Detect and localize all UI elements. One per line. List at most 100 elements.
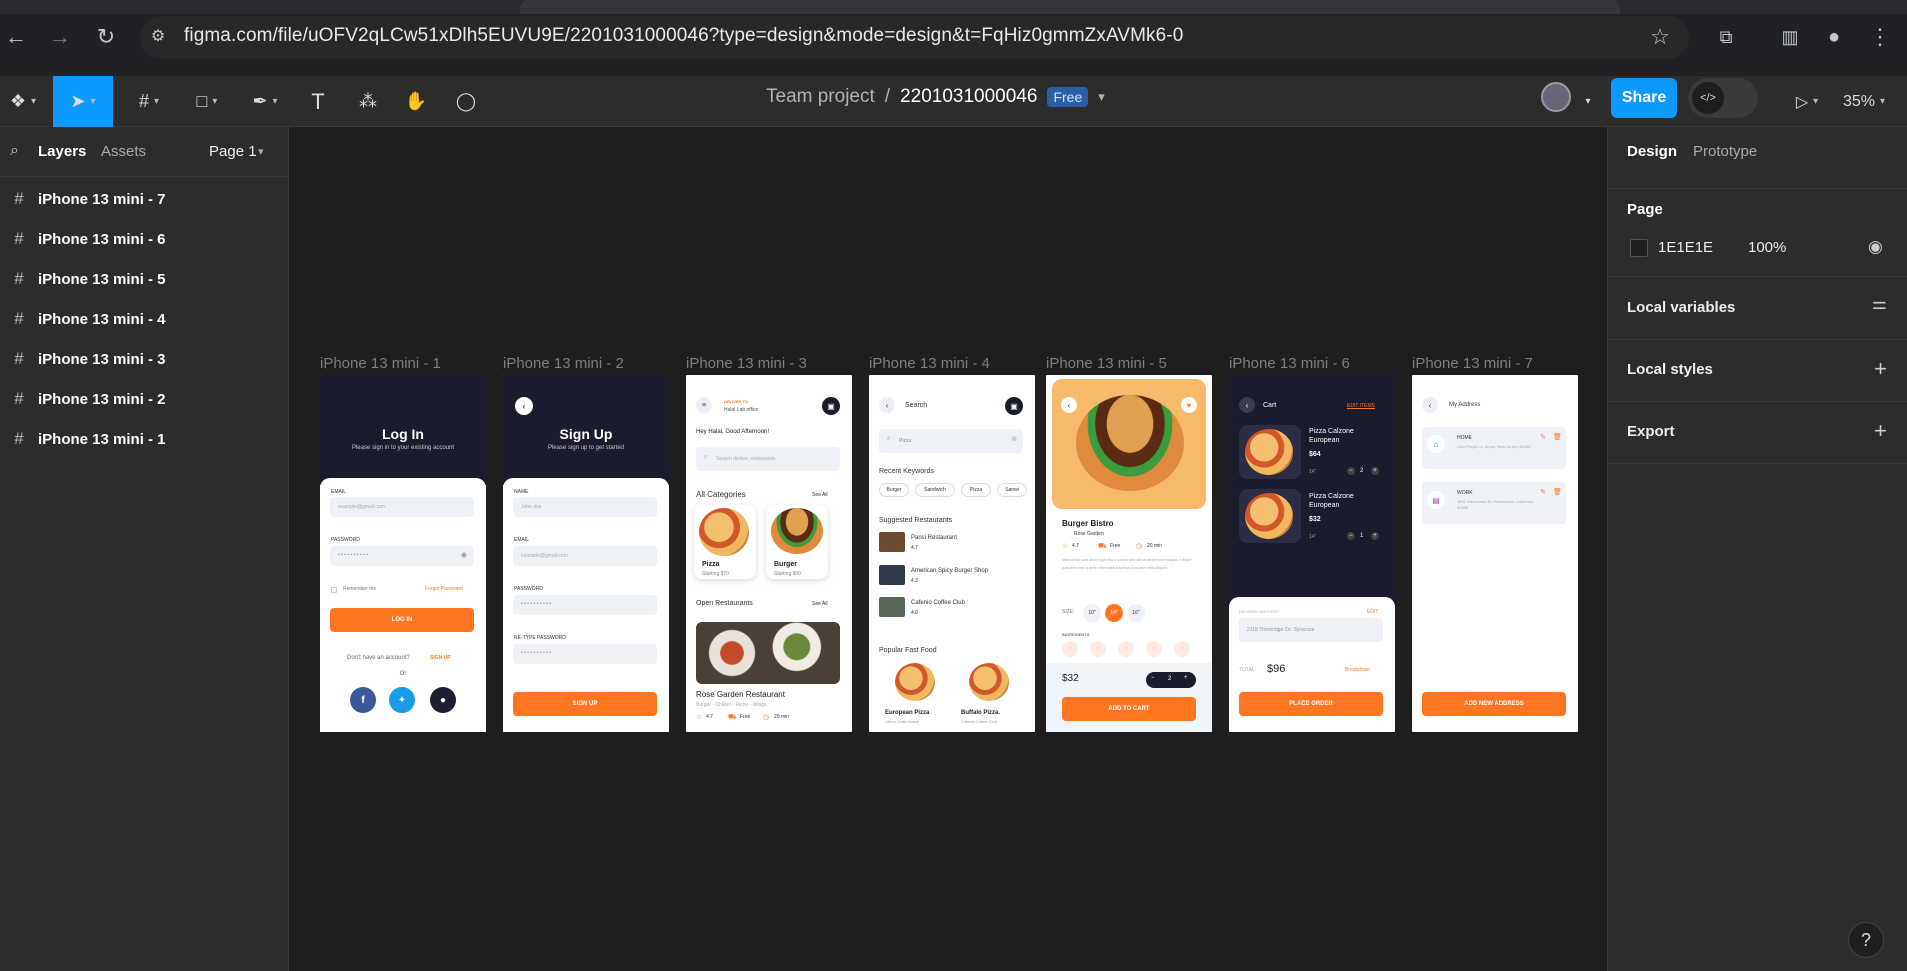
popular-item-name[interactable]: Buffalo Pizza. xyxy=(961,710,1000,716)
browser-tab[interactable] xyxy=(520,0,1620,14)
password-field[interactable]: • • • • • • • • • • xyxy=(513,595,657,615)
plus-icon[interactable]: + xyxy=(1371,532,1379,540)
place-order-button[interactable]: PLACE ORDER xyxy=(1239,692,1383,716)
back-icon[interactable]: ← xyxy=(2,24,30,50)
favorite-button[interactable]: ♥ xyxy=(1181,397,1197,413)
breakdown-link[interactable]: Breakdown xyxy=(1345,667,1370,673)
forward-icon[interactable]: → xyxy=(46,24,74,50)
login-button[interactable]: LOG IN xyxy=(330,608,474,632)
side-panel-icon[interactable]: ▥ xyxy=(1776,24,1804,50)
plus-icon[interactable]: + xyxy=(1371,467,1379,475)
chevron-down-icon[interactable]: ▾ xyxy=(1578,76,1598,127)
location-text[interactable]: Halal Lab office xyxy=(724,407,758,413)
suggested-name[interactable]: Pansi Restaurant xyxy=(911,535,957,541)
keyword-chip[interactable]: Sanwi xyxy=(997,483,1027,497)
page-selector[interactable]: Page 1 xyxy=(209,143,257,160)
layer-item[interactable]: # iPhone 13 mini - 3 xyxy=(0,339,289,379)
tab-assets[interactable]: Assets xyxy=(101,143,146,160)
back-button[interactable]: ‹ xyxy=(515,397,533,415)
help-button[interactable]: ? xyxy=(1848,922,1884,958)
present-button[interactable]: ▷ ▾ xyxy=(1784,76,1830,127)
site-settings-icon[interactable]: ⚙ xyxy=(144,24,172,50)
url-text[interactable]: figma.com/file/uOFV2qLCw51xDlh5EUVU9E/22… xyxy=(184,25,1183,47)
page-opacity-value[interactable]: 100% xyxy=(1748,239,1786,256)
local-variables-section[interactable]: Local variables ⚌ xyxy=(1607,278,1907,340)
layer-item[interactable]: # iPhone 13 mini - 1 xyxy=(0,419,289,459)
frame-label[interactable]: iPhone 13 mini - 5 xyxy=(1046,355,1167,372)
dev-mode-toggle[interactable]: </> xyxy=(1688,78,1758,118)
delete-icon[interactable]: 🗑 xyxy=(1553,488,1562,496)
size-option[interactable]: 14" xyxy=(1105,604,1123,622)
export-section[interactable]: Export + xyxy=(1607,402,1907,464)
clear-icon[interactable]: ⊗ xyxy=(1011,435,1017,443)
bookmark-star-icon[interactable]: ☆ xyxy=(1646,24,1674,50)
facebook-button[interactable]: f xyxy=(350,687,376,713)
main-menu-button[interactable]: ❖ ▾ xyxy=(0,76,46,127)
resources-button[interactable]: ⁂ xyxy=(350,76,386,127)
signup-link[interactable]: SIGN UP xyxy=(430,655,451,661)
minus-icon[interactable]: − xyxy=(1151,675,1155,681)
email-field[interactable]: example@gmail.com xyxy=(330,497,474,517)
twitter-button[interactable]: ✦ xyxy=(389,687,415,713)
minus-icon[interactable]: − xyxy=(1347,532,1355,540)
tab-prototype[interactable]: Prototype xyxy=(1693,143,1757,160)
search-input[interactable]: ⌕ Pizza ⊗ xyxy=(879,429,1023,453)
sliders-icon[interactable]: ⚌ xyxy=(1872,294,1887,314)
menu-button[interactable]: ≡ xyxy=(696,397,712,413)
see-all-link[interactable]: See All xyxy=(812,601,828,607)
share-button[interactable]: Share xyxy=(1611,78,1677,118)
pen-tool-button[interactable]: ✒ ▾ xyxy=(240,76,290,127)
plus-icon[interactable]: + xyxy=(1184,675,1188,681)
category-card[interactable]: Pizza Starting $70 xyxy=(694,505,756,579)
category-card[interactable]: Burger Starting $50 xyxy=(766,505,828,579)
frame-product[interactable]: ‹ ♥ Burger Bistro Rose Garden ☆ 4.7 ⛟ Fr… xyxy=(1046,375,1212,732)
layer-item[interactable]: # iPhone 13 mini - 7 xyxy=(0,179,289,219)
apple-button[interactable]: ● xyxy=(430,687,456,713)
shape-tool-button[interactable]: □ ▾ xyxy=(182,76,232,127)
frame-label[interactable]: iPhone 13 mini - 1 xyxy=(320,355,441,372)
keyword-chip[interactable]: Sandwich xyxy=(915,483,955,497)
plus-icon[interactable]: + xyxy=(1874,418,1887,444)
tab-layers[interactable]: Layers xyxy=(38,143,86,160)
comment-tool-button[interactable]: ◯ xyxy=(448,76,484,127)
minus-icon[interactable]: − xyxy=(1347,467,1355,475)
back-button[interactable]: ‹ xyxy=(1422,397,1438,413)
move-tool-button[interactable]: ➤ ▾ xyxy=(53,76,113,127)
edit-icon[interactable]: ✎ xyxy=(1540,433,1546,441)
layer-item[interactable]: # iPhone 13 mini - 5 xyxy=(0,259,289,299)
add-to-cart-button[interactable]: ADD TO CART xyxy=(1062,697,1196,721)
back-button[interactable]: ‹ xyxy=(1061,397,1077,413)
frame-address[interactable]: ‹ My Address ⌂ HOME 2464 Royal Ln. Mesa,… xyxy=(1412,375,1578,732)
back-button[interactable]: ‹ xyxy=(879,397,895,413)
edit-icon[interactable]: ✎ xyxy=(1540,488,1546,496)
text-tool-button[interactable]: T xyxy=(300,76,336,127)
remember-checkbox[interactable] xyxy=(331,587,337,593)
quantity-stepper[interactable]: − 2 + xyxy=(1146,672,1196,688)
suggested-name[interactable]: Cafenio Coffee Club xyxy=(911,600,965,606)
edit-address-link[interactable]: EDIT xyxy=(1367,609,1378,615)
address-field[interactable]: 2118 Thornridge Cir. Syracuse xyxy=(1239,618,1383,642)
eye-icon[interactable]: ◉ xyxy=(461,551,467,559)
zoom-dropdown[interactable]: 35% ▾ xyxy=(1836,76,1892,127)
search-icon[interactable]: ⌕ xyxy=(10,142,19,160)
size-option[interactable]: 10" xyxy=(1083,604,1101,622)
extensions-icon[interactable]: ⧉ xyxy=(1712,24,1740,50)
frame-signup[interactable]: ‹ Sign Up Please sign up to get started … xyxy=(503,375,669,732)
chevron-down-icon[interactable]: ▾ xyxy=(1098,89,1105,105)
forgot-password-link[interactable]: Forgot Password xyxy=(425,586,463,592)
tab-design[interactable]: Design xyxy=(1627,143,1677,160)
frame-login[interactable]: Log In Please sign in to your existing a… xyxy=(320,375,486,732)
suggested-name[interactable]: American Spicy Burger Shop xyxy=(911,568,988,574)
chevron-down-icon[interactable]: ▾ xyxy=(258,145,264,158)
frame-home[interactable]: ≡ DELIVER TO Halal Lab office ▣ Hey Hala… xyxy=(686,375,852,732)
file-name[interactable]: 2201031000046 xyxy=(900,86,1037,108)
plus-icon[interactable]: + xyxy=(1874,356,1887,382)
delete-icon[interactable]: 🗑 xyxy=(1553,433,1562,441)
search-input[interactable]: ⌕ Search dishes, restaurants xyxy=(696,447,840,471)
see-all-link[interactable]: See All xyxy=(812,492,828,498)
frame-label[interactable]: iPhone 13 mini - 4 xyxy=(869,355,990,372)
layer-item[interactable]: # iPhone 13 mini - 4 xyxy=(0,299,289,339)
profile-icon[interactable]: ● xyxy=(1820,24,1848,50)
name-field[interactable]: John doe xyxy=(513,497,657,517)
frame-label[interactable]: iPhone 13 mini - 2 xyxy=(503,355,624,372)
